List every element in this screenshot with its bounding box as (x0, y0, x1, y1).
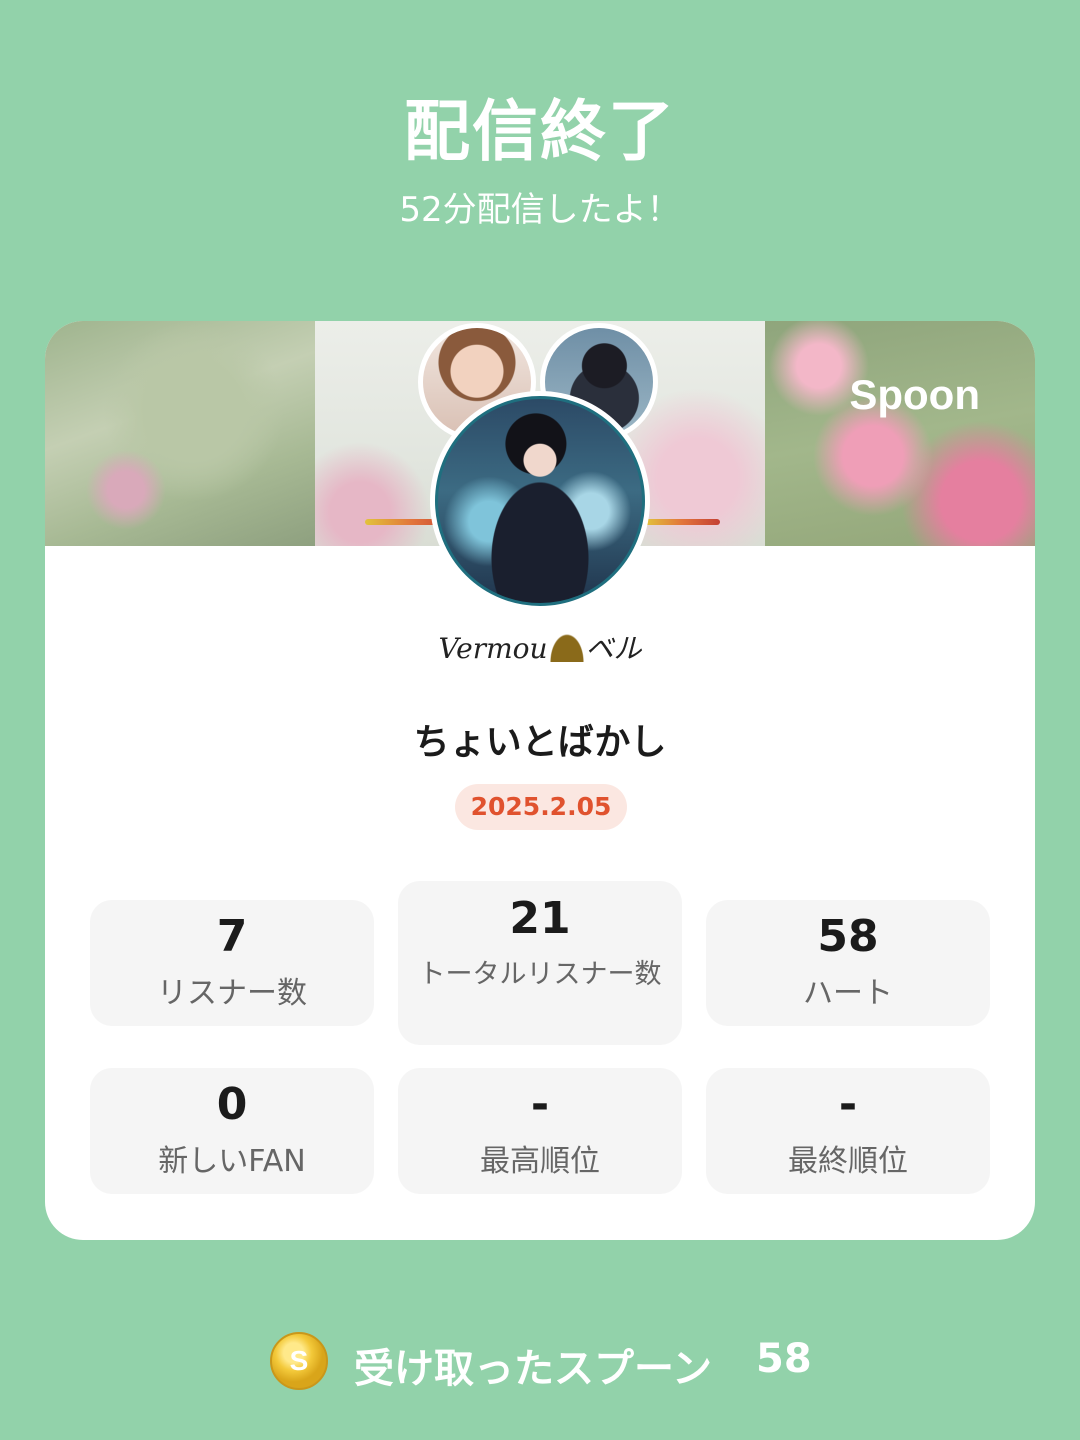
stat-value: - (530, 1079, 550, 1130)
host-avatar[interactable] (430, 391, 650, 611)
stat-label: ハート (803, 976, 893, 1011)
stat-new-fans: 0 新しいFAN (90, 1068, 374, 1194)
stat-label: 最終順位 (788, 1144, 908, 1179)
stat-highest-rank: - 最高順位 (398, 1068, 682, 1194)
stat-value: 7 (216, 911, 248, 962)
stat-label: 最高順位 (480, 1144, 600, 1179)
host-nickname-text: Vermou (438, 632, 548, 665)
host-nickname-suffix: ベル (585, 632, 642, 665)
stat-label: リスナー数 (157, 976, 307, 1011)
host-avatar-image (435, 396, 645, 606)
header-title: 配信終了 (404, 93, 676, 170)
received-spoons-label: 受け取ったスプーン (354, 1346, 712, 1392)
stat-value: 21 (509, 893, 571, 944)
summary-card: Spoon Vermou ベル ちょいとばかし 2025.2.05 7 リスナー数… (45, 321, 1035, 1240)
stat-final-rank: - 最終順位 (706, 1068, 990, 1194)
stat-value: - (838, 1079, 858, 1130)
stat-value: 58 (817, 911, 879, 962)
cover-image-left (45, 321, 315, 546)
received-spoons-count: 58 (756, 1336, 812, 1382)
stat-total-listeners: 21 トータルリスナー数 (398, 881, 682, 1045)
stat-label: トータルリスナー数 (418, 959, 662, 990)
date-badge: 2025.2.05 (455, 784, 627, 830)
stat-hearts: 58 ハート (706, 900, 990, 1026)
received-spoons: S 受け取ったスプーン 58 (0, 1330, 1080, 1394)
bell-icon (549, 634, 584, 662)
stat-label: 新しいFAN (158, 1144, 306, 1179)
host-nickname: Vermou ベル (45, 627, 1035, 667)
stat-listeners: 7 リスナー数 (90, 900, 374, 1026)
stat-value: 0 (216, 1079, 248, 1130)
header-subtitle: 52分配信したよ！ (399, 190, 681, 230)
cover-image-right (765, 321, 1035, 546)
spoon-logo: Spoon (849, 371, 980, 418)
spoon-coin-icon: S (270, 1332, 328, 1390)
meter-bar-right (645, 519, 720, 525)
broadcast-title: ちょいとばかし (413, 722, 667, 763)
